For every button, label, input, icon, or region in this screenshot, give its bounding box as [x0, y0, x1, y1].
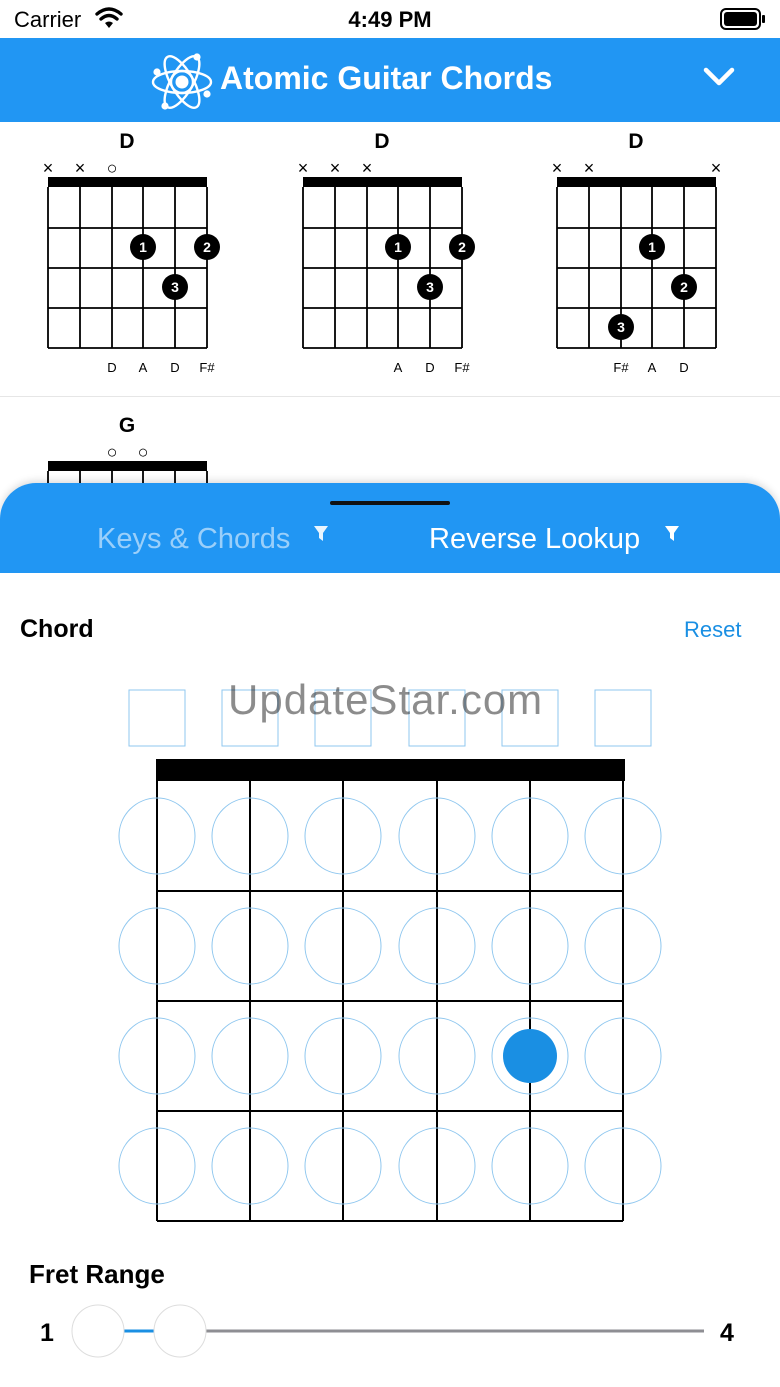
- string-marker: ○: [137, 442, 149, 462]
- note-label: F#: [199, 360, 215, 375]
- svg-text:1: 1: [394, 239, 402, 255]
- finger-dot: 2: [194, 234, 220, 260]
- string-marker: ×: [329, 158, 341, 178]
- fret-range-min: 1: [40, 1319, 54, 1347]
- nut: [156, 759, 625, 781]
- note-label: D: [170, 360, 180, 375]
- note-label: F#: [613, 360, 629, 375]
- status-time: 4:49 PM: [348, 7, 432, 32]
- string-marker: ×: [551, 158, 563, 178]
- reverse-lookup-sheet: Keys & Chords Reverse Lookup Chord Reset…: [0, 483, 780, 1387]
- note-label: A: [138, 360, 148, 375]
- string-marker: ×: [297, 158, 309, 178]
- svg-text:1: 1: [139, 239, 147, 255]
- chord-name: D: [119, 130, 135, 153]
- svg-text:2: 2: [680, 279, 688, 295]
- finger-dot: 1: [385, 234, 411, 260]
- svg-text:1: 1: [648, 239, 656, 255]
- chord-name: D: [628, 130, 644, 153]
- note-label: D: [107, 360, 117, 375]
- watermark: UpdateStar.com: [228, 676, 544, 723]
- battery-icon: [720, 8, 766, 35]
- fretboard-editor: [110, 683, 670, 1248]
- string-toggle-6[interactable]: [594, 689, 652, 747]
- string-marker: ×: [42, 158, 54, 178]
- string-toggle-1[interactable]: [128, 689, 186, 747]
- chevron-down-icon[interactable]: [702, 66, 736, 93]
- string-marker: ○: [106, 158, 118, 178]
- status-bar: Carrier 4:49 PM: [0, 0, 780, 38]
- app-title: Atomic Guitar Chords: [220, 60, 553, 96]
- filter-icon[interactable]: [313, 525, 329, 548]
- sheet-grabber[interactable]: [330, 501, 450, 505]
- svg-text:3: 3: [617, 319, 625, 335]
- row-divider: [0, 396, 780, 397]
- finger-dot: 1: [130, 234, 156, 260]
- note-label: F#: [454, 360, 470, 375]
- string-marker: ×: [710, 158, 722, 178]
- finger-dot: 3: [417, 274, 443, 300]
- finger-dot: 2: [449, 234, 475, 260]
- svg-text:2: 2: [203, 239, 211, 255]
- chord-card[interactable]: 1 2 3 D × × ○ D A D F#: [0, 122, 260, 392]
- finger-dot: 3: [162, 274, 188, 300]
- note-label: A: [393, 360, 403, 375]
- tab-reverse-lookup[interactable]: Reverse Lookup: [429, 523, 640, 556]
- svg-text:3: 3: [171, 279, 179, 295]
- atom-icon: [150, 44, 214, 121]
- nav-bar: Atomic Guitar Chords: [0, 38, 780, 122]
- string-marker: ×: [361, 158, 373, 178]
- tab-keys-chords[interactable]: Keys & Chords: [97, 523, 290, 556]
- chord-card[interactable]: 1 2 3 D × × × A D F#: [255, 122, 515, 392]
- sheet-header: Keys & Chords Reverse Lookup: [0, 483, 780, 573]
- note-label: D: [679, 360, 689, 375]
- chord-name: G: [118, 414, 136, 437]
- range-handle-high: [153, 1304, 207, 1358]
- finger-dot: 2: [671, 274, 697, 300]
- filter-icon[interactable]: [664, 525, 680, 548]
- chord-section-title: Chord: [20, 615, 94, 643]
- chord-card[interactable]: 1 2 3 D × × × F# A D: [509, 122, 769, 392]
- reset-button[interactable]: Reset: [684, 617, 741, 643]
- finger-dot: 1: [639, 234, 665, 260]
- fret-range-title: Fret Range: [29, 1259, 165, 1289]
- note-label: D: [425, 360, 435, 375]
- note-label: A: [647, 360, 657, 375]
- finger-dot: 3: [608, 314, 634, 340]
- svg-text:2: 2: [458, 239, 466, 255]
- fret-range-slider[interactable]: [70, 1303, 710, 1368]
- chord-name: D: [374, 130, 390, 153]
- string-marker: ×: [74, 158, 86, 178]
- string-marker: ×: [583, 158, 595, 178]
- fret-range-max: 4: [720, 1319, 734, 1347]
- range-handle-low: [71, 1304, 125, 1358]
- string-marker: ○: [106, 442, 118, 462]
- svg-text:3: 3: [426, 279, 434, 295]
- selected-dot: [503, 1029, 557, 1083]
